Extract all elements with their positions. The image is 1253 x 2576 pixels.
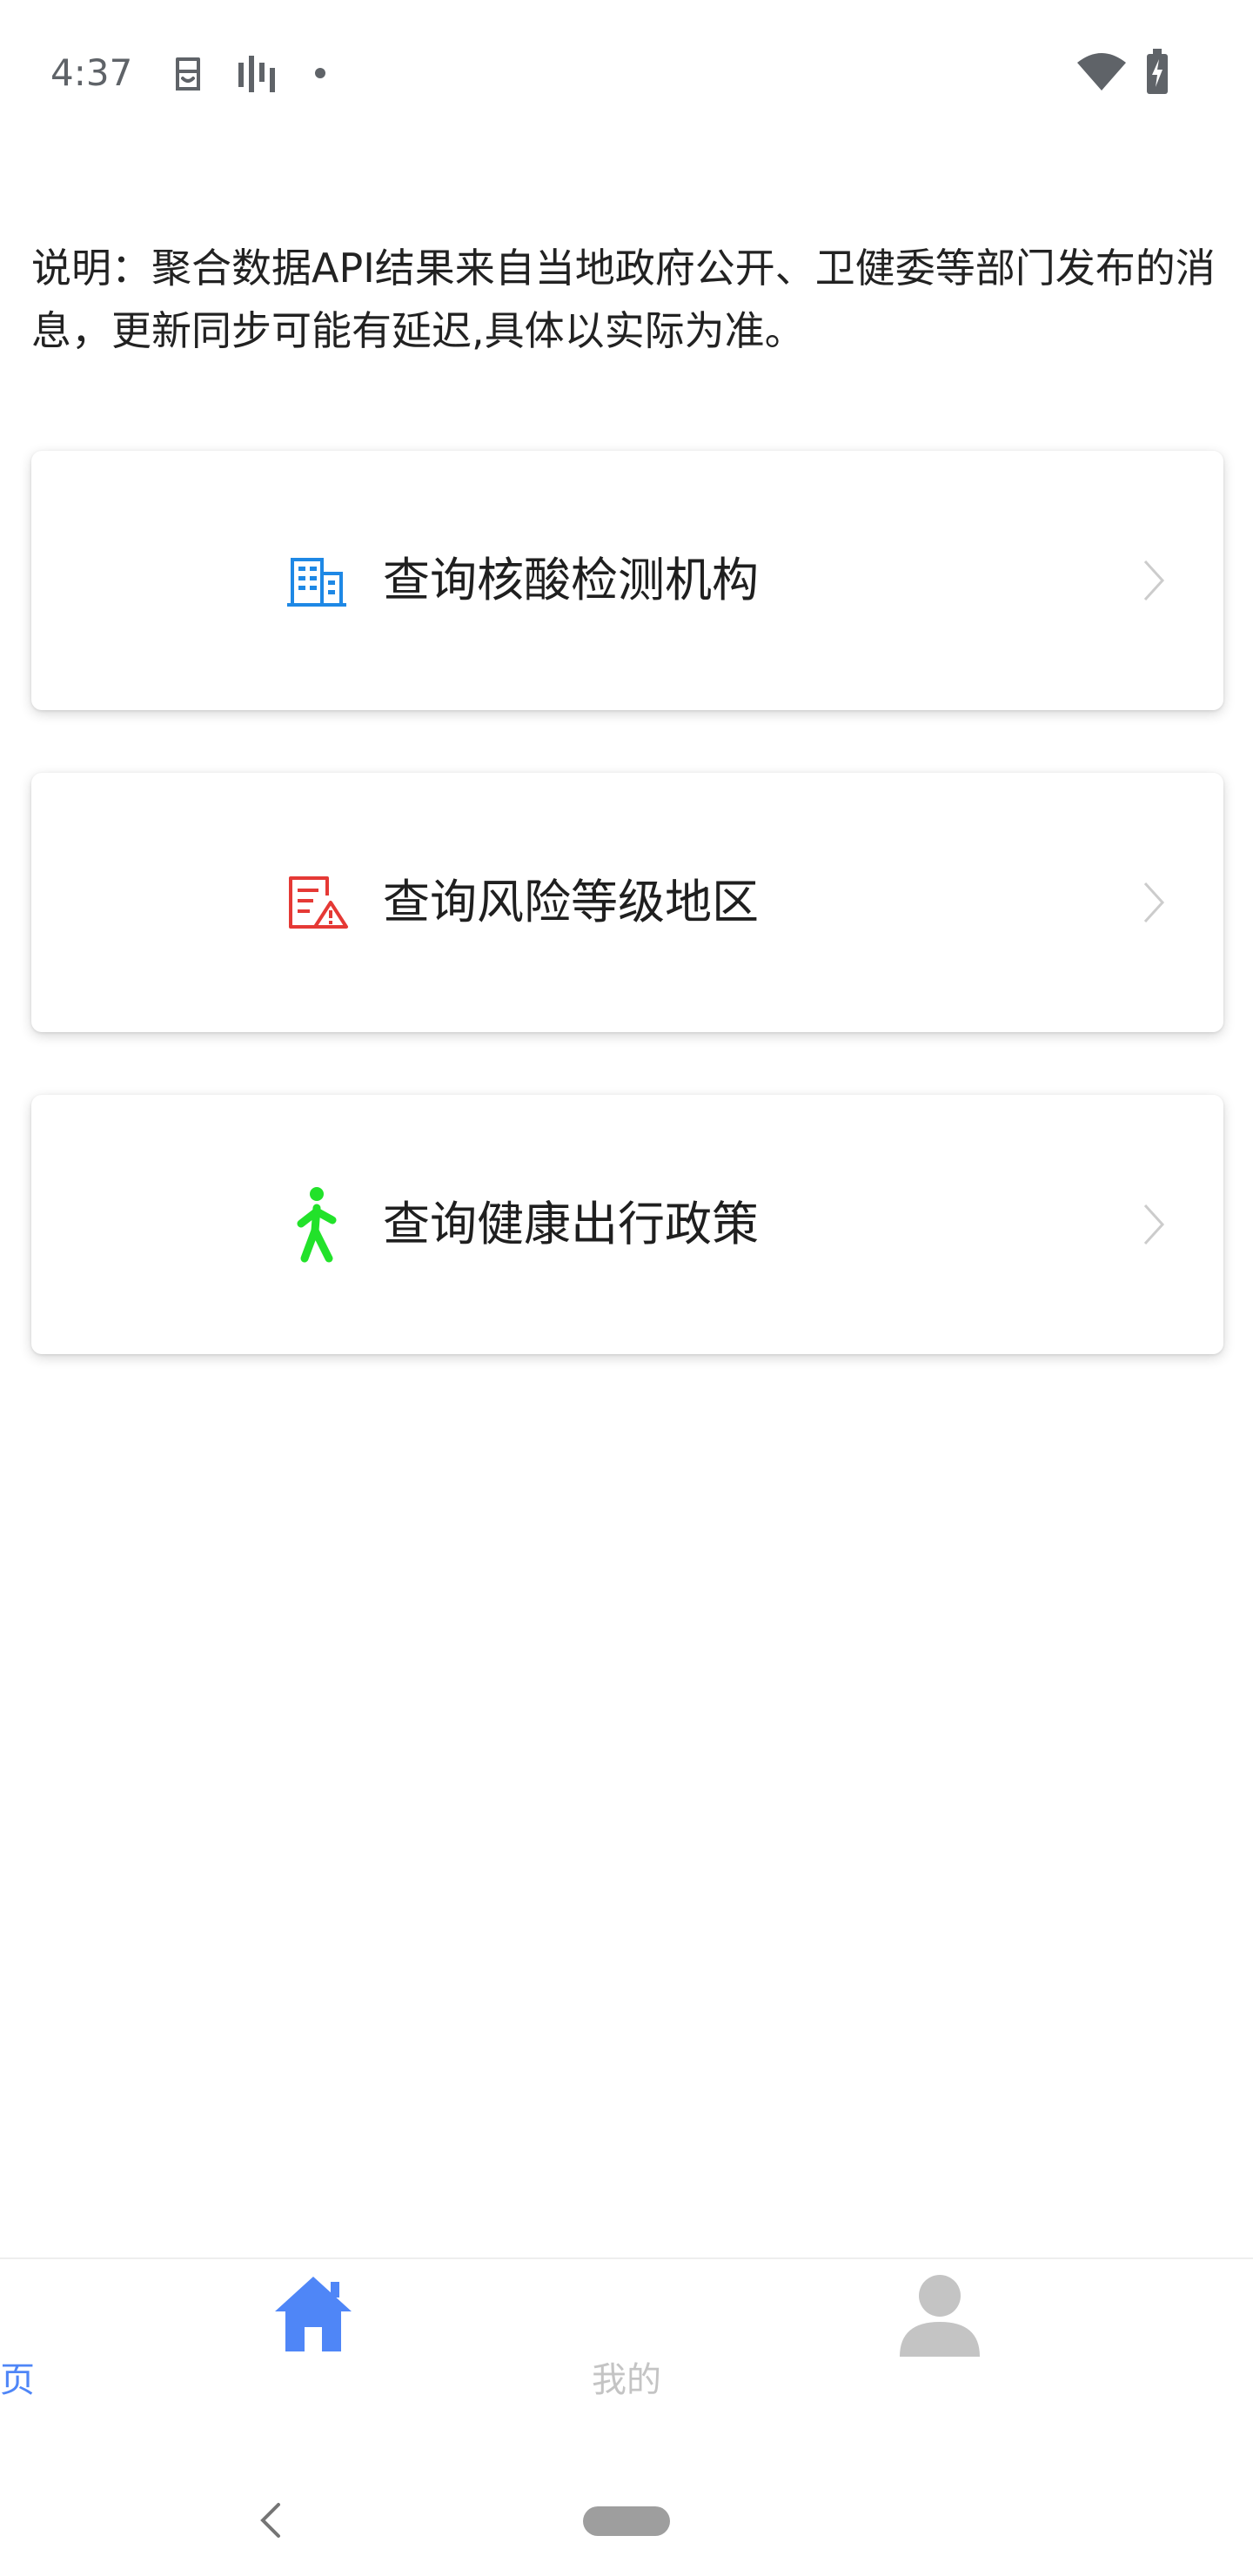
user-icon [900, 2275, 980, 2357]
card-label: 查询核酸检测机构 [383, 553, 759, 607]
tab-profile[interactable]: 我的 [592, 2259, 1253, 2412]
card-travel-policy[interactable]: 查询健康出行政策 [31, 1095, 1223, 1354]
risk-document-icon [289, 876, 348, 929]
dot-icon [315, 68, 325, 78]
tab-label: 首页 [0, 2360, 35, 2400]
bottom-tab-bar: 首页 我的 [0, 2257, 1253, 2412]
walking-person-icon [297, 1187, 337, 1263]
screen: 4:37 说明：聚合数据API结果来自当地政府公开、卫健委等部门发布的消息，更新… [0, 0, 1253, 2576]
emoji-icon [176, 57, 200, 91]
card-nucleic-test-institutions[interactable]: 查询核酸检测机构 [31, 451, 1223, 710]
home-icon [275, 2277, 352, 2351]
card-risk-level-areas[interactable]: 查询风险等级地区 [31, 773, 1223, 1032]
building-icon [287, 558, 346, 607]
card-label: 查询健康出行政策 [383, 1197, 759, 1251]
home-pill-button[interactable] [583, 2506, 670, 2536]
signal-bars-icon [238, 56, 275, 92]
battery-charging-icon [1147, 49, 1168, 94]
chevron-right-icon [1143, 1204, 1165, 1245]
description-text: 说明：聚合数据API结果来自当地政府公开、卫健委等部门发布的消息，更新同步可能有… [31, 245, 1216, 354]
card-label: 查询风险等级地区 [383, 875, 759, 929]
status-time: 4:37 [50, 51, 133, 94]
tab-label: 我的 [592, 2360, 661, 2400]
chevron-right-icon [1143, 882, 1165, 923]
wifi-icon [1077, 53, 1126, 91]
chevron-right-icon [1143, 560, 1165, 601]
system-navigation-bar [0, 2419, 1253, 2576]
status-bar: 4:37 [0, 0, 1253, 148]
back-icon[interactable] [258, 2501, 284, 2539]
